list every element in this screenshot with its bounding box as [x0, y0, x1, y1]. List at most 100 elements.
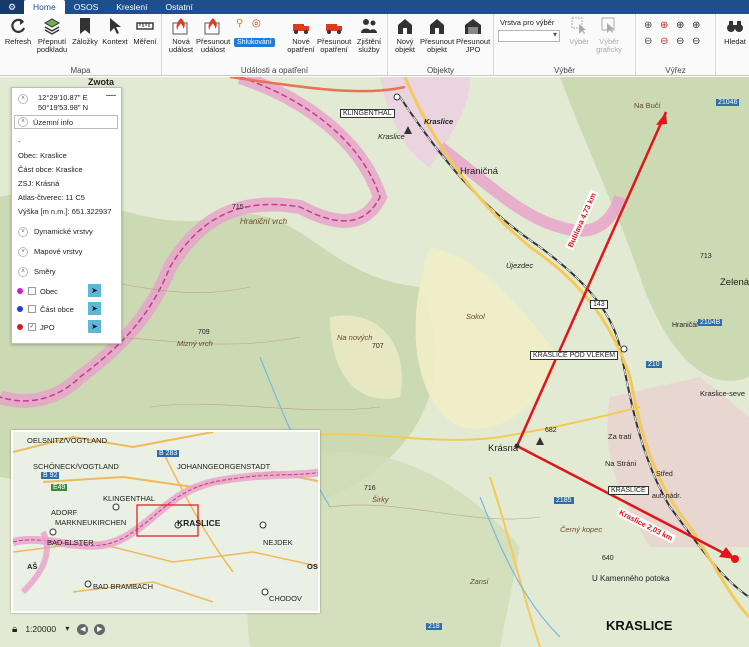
truck-icon — [291, 16, 311, 36]
smery-collapse-icon[interactable]: ˄ — [18, 267, 28, 277]
zoom-window-icon[interactable]: ⊖ — [676, 36, 684, 47]
label-sirky: Širky — [372, 495, 389, 504]
label-u-kamenneho: U Kamenného potoka — [592, 574, 670, 583]
mapove-vrstvy-label[interactable]: Mapové vrstvy — [34, 247, 82, 256]
jpo-cursor-button[interactable]: ➤ — [88, 320, 101, 333]
novy-objekt-button[interactable]: Nový objekt — [388, 16, 422, 54]
group-udalosti: Nová událost Přesunout událost ⚲ ◎ Shluk… — [162, 14, 388, 76]
vrstva-select[interactable] — [498, 30, 560, 42]
label-road-2185: 2185 — [554, 497, 574, 504]
vyber-label: Výběr — [569, 37, 589, 46]
presunout-udalost-button[interactable]: Přesunout událost — [196, 16, 230, 54]
zjisteni-sluzby-button[interactable]: Zjištění služby — [352, 16, 386, 54]
uzemni-info-label: Územní info — [33, 118, 74, 127]
pan-icon[interactable]: ⊖ — [644, 36, 652, 47]
tab-home[interactable]: Home — [24, 0, 65, 14]
kontext-button[interactable]: Kontext — [98, 16, 132, 46]
prepnuti-label: Přepnutí podkladu — [36, 37, 68, 54]
zoom-previous-icon[interactable]: ⊕ — [676, 20, 684, 31]
nova-udalost-label: Nová událost — [168, 37, 194, 54]
scale-select[interactable]: 1:20000 — [23, 623, 71, 635]
label-kraslice-sev: Kraslice-seve — [700, 389, 746, 398]
label-hranicar: Hraničář — [672, 322, 699, 329]
lock-icon[interactable]: 🔒︎ — [12, 624, 17, 635]
label-na-novych: Na nových — [337, 333, 373, 342]
presunout-objekt-button[interactable]: Přesunout objekt — [420, 16, 454, 54]
tab-osos[interactable]: OSOS — [65, 0, 108, 14]
pin-icon[interactable]: ⚲ — [236, 18, 243, 29]
ov-bad-elster: BAD ELSTER — [47, 538, 94, 547]
hledat-label: Hledat — [724, 37, 746, 46]
label-mizny-vrch: Mizný vrch — [177, 339, 213, 348]
nove-opatreni-label: Nové opatření — [287, 37, 315, 54]
label-kraslice-small: Kraslice — [378, 132, 405, 141]
smer-obec-label: Obec — [40, 287, 58, 296]
nove-opatreni-button[interactable]: Nové opatření — [284, 16, 318, 54]
label-klingenthal: KLINGENTHAL — [340, 109, 395, 118]
hledat-button[interactable]: Hledat — [718, 16, 749, 46]
jpo-checkbox[interactable]: ✓ — [28, 323, 36, 331]
jpo-color-dot — [17, 324, 23, 330]
station-icon — [463, 16, 483, 36]
group-label-vyrez: Výřez — [665, 66, 686, 75]
shlukovani-toggle[interactable]: Shlukování — [234, 38, 275, 47]
gear-icon[interactable]: ⚙ — [0, 0, 24, 14]
label-ujezdec: Újezdec — [506, 261, 534, 270]
label-aut-nadr: aut. nádr. — [652, 493, 682, 500]
ov-chodov: CHODOV — [269, 594, 302, 603]
presunout-opatreni-button[interactable]: Přesunout opatření — [317, 16, 351, 54]
vyber-graficky-button[interactable]: Výběr graficky — [592, 16, 626, 54]
vyber-button[interactable]: Výběr — [562, 16, 596, 46]
label-el-715: 715 — [232, 204, 244, 211]
ov-as: AŠ — [27, 562, 38, 571]
presunout-jpo-button[interactable]: Přesunout JPO — [456, 16, 490, 54]
label-el-640: 640 — [602, 555, 614, 562]
info-panel: ˄ 12°29'10.87" E 50°19'53.98" N — ˄ Územ… — [11, 87, 122, 344]
collapse-icon[interactable]: ˄ — [18, 94, 28, 104]
binoculars-icon — [725, 16, 745, 36]
smer-cast-obce-label: Část obce — [40, 305, 74, 314]
scale-bar: 🔒︎ 1:20000 ◀ ▶ — [12, 623, 106, 635]
obec-checkbox[interactable] — [28, 287, 36, 295]
tab-kresleni[interactable]: Kreslení — [107, 0, 156, 14]
cast-obce-checkbox[interactable] — [28, 305, 36, 313]
minimize-icon[interactable]: — — [106, 90, 116, 101]
zoom-next-icon[interactable]: ⊕ — [692, 20, 700, 31]
vrstva-label: Vrstva pro výběr — [500, 18, 555, 27]
ov-adorf: ADORF — [51, 508, 78, 517]
label-kraslice-pod-vlekem: KRASLICE POD VLEKEM — [530, 351, 619, 360]
nova-udalost-button[interactable]: Nová událost — [164, 16, 198, 54]
prepnuti-podkladu-button[interactable]: Přepnutí podkladu — [35, 16, 69, 54]
forward-icon[interactable]: ▶ — [94, 623, 106, 635]
select-icon — [569, 16, 589, 36]
dynamicke-expand-icon[interactable]: ˅ — [18, 227, 28, 237]
presunout-jpo-label: Přesunout JPO — [456, 37, 491, 54]
cast-obce-cursor-button[interactable]: ➤ — [88, 302, 101, 315]
zoom-in-icon[interactable]: ⊕ — [660, 20, 668, 31]
zoom-out-icon[interactable]: ⊖ — [660, 36, 668, 47]
bookmark-icon — [75, 16, 95, 36]
back-icon[interactable]: ◀ — [77, 623, 89, 635]
ov-schoneck: SCHÖNECK/VOGTLAND — [33, 462, 119, 471]
zoom-full-icon[interactable]: ⊖ — [692, 36, 700, 47]
map-canvas[interactable]: Bublava 4,73 km Kraslice 2,03 km Zwota K… — [0, 77, 749, 647]
dynamicke-vrstvy-label[interactable]: Dynamické vrstvy — [34, 227, 93, 236]
mereni-button[interactable]: Měření — [128, 16, 162, 46]
target-icon[interactable]: ◎ — [252, 18, 261, 29]
zalozky-button[interactable]: Záložky — [68, 16, 102, 46]
label-zatrat: Za tratí — [608, 432, 632, 441]
tab-ostatni[interactable]: Ostatní — [156, 0, 201, 14]
zoom-extent-icon[interactable]: ⊕ — [644, 20, 652, 31]
uzemni-info-header[interactable]: ˄ Územní info — [14, 115, 118, 129]
info-obec: Obec: Kraslice — [18, 151, 67, 160]
smery-label[interactable]: Směry — [34, 267, 56, 276]
info-vyska: Výška [m n.m.]: 651.322937 — [18, 207, 112, 216]
label-zansi: Zansi — [470, 577, 489, 586]
info-dash: - — [18, 137, 21, 146]
obec-cursor-button[interactable]: ➤ — [88, 284, 101, 297]
coord-longitude: 12°29'10.87" E — [38, 93, 88, 102]
overview-map[interactable]: OELSNITZ/VOGTLAND SCHÖNECK/VOGTLAND JOHA… — [11, 430, 320, 613]
mapove-expand-icon[interactable]: ˅ — [18, 247, 28, 257]
refresh-button[interactable]: Refresh — [1, 16, 35, 46]
group-mapa: Refresh Přepnutí podkladu Záložky Kontex… — [0, 14, 162, 76]
